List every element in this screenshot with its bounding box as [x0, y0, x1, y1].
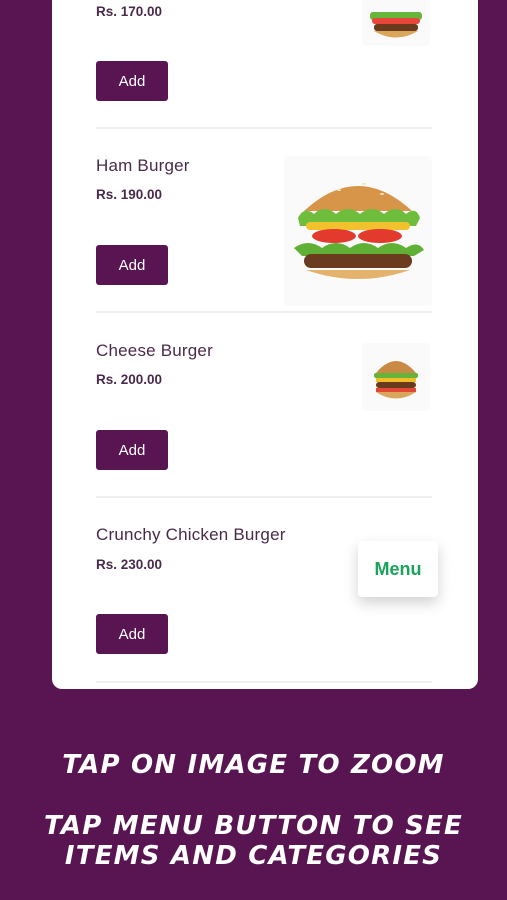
burger-image[interactable] — [362, 0, 430, 46]
hint-zoom: Tap on image to zoom — [62, 750, 445, 780]
item-price: Rs. 230.00 — [96, 557, 163, 572]
item-price: Rs. 200.00 — [96, 372, 163, 387]
add-button[interactable]: Add — [96, 61, 168, 101]
menu-item-3: Cheese Burger Rs. 200.00 Add — [52, 335, 478, 519]
divider — [96, 496, 432, 498]
divider — [96, 681, 432, 683]
menu-button[interactable]: Menu — [358, 541, 438, 597]
add-button[interactable]: Add — [96, 245, 168, 285]
divider — [96, 127, 432, 129]
hint-menu-line2: items and categories — [64, 841, 443, 871]
item-price: Rs. 190.00 — [96, 187, 163, 202]
item-name: Cheese Burger — [96, 341, 213, 360]
hint-menu-line1: Tap menu button to see — [44, 811, 463, 841]
ham-burger-image[interactable] — [284, 156, 432, 306]
add-button[interactable]: Add — [96, 614, 168, 654]
cheese-burger-image[interactable] — [362, 343, 430, 411]
item-price: Rs. 170.00 — [96, 4, 163, 19]
add-button[interactable]: Add — [96, 430, 168, 470]
item-name: Crunchy Chicken Burger — [96, 525, 286, 544]
item-name: Ham Burger — [96, 156, 190, 175]
menu-item-2: Ham Burger Rs. 190.00 Add — [52, 150, 478, 334]
divider — [96, 311, 432, 313]
menu-item-1: Rs. 170.00 Add — [52, 0, 478, 168]
